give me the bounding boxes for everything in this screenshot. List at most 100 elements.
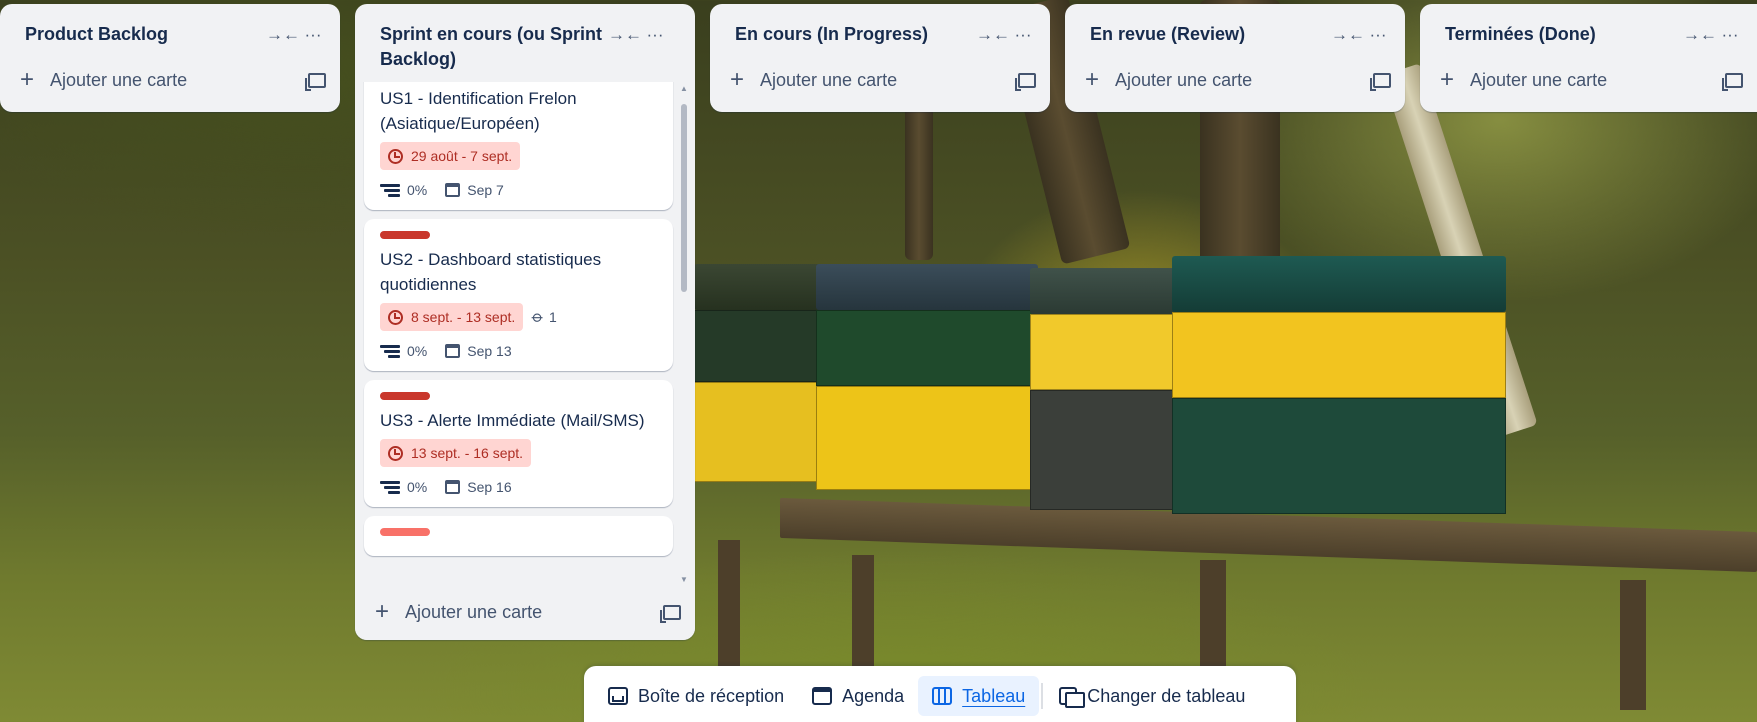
add-card-label: Ajouter une carte [1115,69,1253,90]
card-template-icon[interactable] [1722,72,1743,91]
collapse-icon[interactable]: →← [608,22,642,48]
more-icon[interactable]: ··· [1715,22,1745,48]
card-us1[interactable]: US1 - Identification Frelon (Asiatique/E… [364,82,673,210]
date-range: 29 août - 7 sept. [411,148,513,164]
agenda-button[interactable]: Agenda [798,676,918,716]
calendar-icon [445,183,461,197]
calendar-icon [812,687,833,705]
more-icon[interactable]: ··· [1363,22,1393,48]
calendar-icon [445,344,461,358]
date-badge[interactable]: 13 sept. - 16 sept. [380,439,532,467]
clock-icon [388,148,403,164]
list-header: En cours (In Progress) →← ··· [710,4,1050,48]
collapse-icon[interactable]: →← [1331,22,1365,48]
scroll-down-icon[interactable]: ▼ [680,575,688,584]
card-title: US1 - Identification Frelon (Asiatique/E… [380,89,577,133]
card-title: US3 - Alerte Immédiate (Mail/SMS) [380,411,645,430]
card-list: US1 - Identification Frelon (Asiatique/E… [355,82,695,586]
list-product-backlog: Product Backlog →← ··· + Ajouter une car… [0,4,340,112]
paperclip-icon: ⌀ [528,307,548,327]
card-template-icon[interactable] [1370,72,1391,91]
due-badge: Sep 7 [445,182,504,198]
collapse-icon[interactable]: →← [266,22,300,48]
list-title[interactable]: Product Backlog [25,22,268,47]
card-meta: 0% Sep 7 [380,182,659,198]
switch-board-button[interactable]: Changer de tableau [1045,676,1259,716]
card-template-icon[interactable] [1015,72,1036,91]
add-card-button[interactable]: + Ajouter une carte [1420,56,1757,104]
list-header: Terminées (Done) →← ··· [1420,4,1757,48]
list-done: Terminées (Done) →← ··· + Ajouter une ca… [1420,4,1757,112]
list-review: En revue (Review) →← ··· + Ajouter une c… [1065,4,1405,112]
progress-badge: 0% [380,343,427,359]
due-badge: Sep 13 [445,343,512,359]
card-template-icon[interactable] [660,604,681,623]
plus-icon: + [375,598,390,625]
list-header: Product Backlog →← ··· [0,4,340,48]
list-title[interactable]: En cours (In Progress) [735,22,978,47]
inbox-label: Boîte de réception [638,685,785,706]
view-switcher: Boîte de réception Agenda Tableau Change… [584,666,1296,722]
card-label-light-red[interactable] [380,528,430,536]
date-range: 8 sept. - 13 sept. [411,309,516,325]
progress-icon [380,344,400,358]
card-meta: 0% Sep 13 [380,343,659,359]
card-badges: 13 sept. - 16 sept. [380,439,659,467]
due-date: Sep 13 [467,343,512,359]
progress-value: 0% [407,343,428,359]
date-badge[interactable]: 8 sept. - 13 sept. [380,303,524,331]
card-partial[interactable] [364,516,673,556]
card-us2[interactable]: US2 - Dashboard statistiques quotidienne… [364,219,673,371]
list-header: Sprint en cours (ou Sprint Backlog) →← ·… [355,4,695,72]
add-card-label: Ajouter une carte [405,601,543,622]
card-template-icon[interactable] [305,72,326,91]
add-card-label: Ajouter une carte [760,69,898,90]
progress-badge: 0% [380,182,427,198]
plus-icon: + [20,66,35,93]
scrollbar-thumb[interactable] [681,104,687,292]
progress-icon [380,480,400,494]
card-us3[interactable]: US3 - Alerte Immédiate (Mail/SMS) 13 sep… [364,380,673,507]
plus-icon: + [1440,66,1455,93]
plus-icon: + [1085,66,1100,93]
list-title[interactable]: Terminées (Done) [1445,22,1685,47]
list-footer: + Ajouter une carte [355,584,695,640]
list-title[interactable]: En revue (Review) [1090,22,1333,47]
list-in-progress: En cours (In Progress) →← ··· + Ajouter … [710,4,1050,112]
scroll-up-icon[interactable]: ▲ [680,84,688,93]
board-button[interactable]: Tableau [918,676,1040,716]
card-badges: 29 août - 7 sept. [380,142,659,170]
attachment-badge: ⌀ 1 [528,307,557,327]
switcher-divider [1041,683,1044,709]
more-icon[interactable]: ··· [1008,22,1038,48]
card-title: US2 - Dashboard statistiques quotidienne… [380,250,602,294]
add-card-label: Ajouter une carte [1470,69,1608,90]
add-card-button[interactable]: + Ajouter une carte [355,584,695,640]
attachment-count: 1 [548,309,557,325]
card-label-red[interactable] [380,231,430,239]
switch-board-label: Changer de tableau [1087,685,1246,706]
progress-icon [380,183,400,197]
inbox-button[interactable]: Boîte de réception [594,676,798,716]
list-title[interactable]: Sprint en cours (ou Sprint Backlog) [380,22,610,72]
board-label: Tableau [962,685,1026,706]
clock-icon [388,445,403,461]
add-card-button[interactable]: + Ajouter une carte [0,56,340,104]
card-list-scrollbar[interactable]: ▲ ▼ [680,82,688,586]
card-label-red[interactable] [380,392,430,400]
collapse-icon[interactable]: →← [1683,22,1717,48]
board-icon [932,687,953,705]
collapse-icon[interactable]: →← [976,22,1010,48]
list-sprint-backlog: Sprint en cours (ou Sprint Backlog) →← ·… [355,4,695,640]
add-card-button[interactable]: + Ajouter une carte [1065,56,1405,104]
progress-badge: 0% [380,479,427,495]
date-badge[interactable]: 29 août - 7 sept. [380,142,521,170]
agenda-label: Agenda [842,685,905,706]
card-meta: 0% Sep 16 [380,479,659,495]
calendar-icon [445,480,461,494]
due-badge: Sep 16 [445,479,512,495]
more-icon[interactable]: ··· [640,22,670,48]
add-card-button[interactable]: + Ajouter une carte [710,56,1050,104]
date-range: 13 sept. - 16 sept. [411,445,524,461]
more-icon[interactable]: ··· [298,22,328,48]
